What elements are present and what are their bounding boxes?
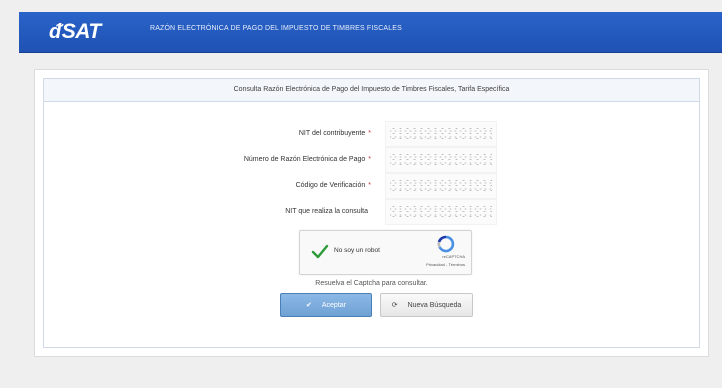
numero-razon-label: Número de Razón Electrónica de Pago * bbox=[243, 156, 371, 163]
numero-razon-field[interactable] bbox=[385, 147, 497, 173]
recaptcha-widget[interactable]: No soy un robot reCAPTCHA Privacidad - T… bbox=[299, 230, 472, 275]
captcha-hint: Resuelva el Captcha para consultar. bbox=[315, 280, 428, 287]
refresh-icon: ⟳ bbox=[391, 302, 398, 309]
new-search-label: Nueva Búsqueda bbox=[407, 301, 462, 309]
codigo-verificacion-label: Código de Verificación * bbox=[295, 182, 371, 189]
consulta-panel: Consulta Razón Electrónica de Pago del I… bbox=[43, 78, 700, 348]
nit-consulta-label: NIT que realiza la consulta bbox=[285, 208, 368, 215]
codigo-verificacion-row: Código de Verificación * bbox=[44, 173, 699, 199]
captcha-label: No soy un robot bbox=[334, 247, 380, 254]
field-noise bbox=[390, 126, 492, 142]
sat-logo-icon: ᵭ bbox=[49, 21, 61, 43]
accept-button[interactable]: ✔ Aceptar bbox=[280, 293, 372, 317]
top-header: ᵭSAT RAZÓN ELECTRÓNICA DE PAGO DEL IMPUE… bbox=[19, 12, 722, 53]
accept-label: Aceptar bbox=[321, 301, 346, 309]
sat-logo[interactable]: ᵭSAT bbox=[49, 18, 101, 46]
recaptcha-icon bbox=[437, 235, 455, 253]
numero-razon-row: Número de Razón Electrónica de Pago * bbox=[44, 147, 699, 173]
header-title: RAZÓN ELECTRÓNICA DE PAGO DEL IMPUESTO D… bbox=[150, 25, 402, 32]
captcha-links[interactable]: Privacidad - Términos bbox=[426, 262, 465, 267]
sat-logo-text: SAT bbox=[61, 20, 101, 43]
panel-heading: Consulta Razón Electrónica de Pago del I… bbox=[44, 79, 699, 102]
field-noise bbox=[390, 152, 492, 168]
codigo-verificacion-field[interactable] bbox=[385, 173, 497, 199]
nit-consulta-field[interactable] bbox=[385, 199, 497, 225]
nit-contribuyente-field[interactable] bbox=[385, 121, 497, 147]
field-noise bbox=[390, 204, 492, 220]
nit-contribuyente-label: NIT del contribuyente * bbox=[298, 130, 371, 137]
check-icon[interactable] bbox=[311, 243, 329, 261]
nit-consulta-row: NIT que realiza la consulta bbox=[44, 199, 699, 225]
check-icon: ✔ bbox=[306, 302, 312, 309]
main-card: Consulta Razón Electrónica de Pago del I… bbox=[34, 69, 709, 357]
new-search-button[interactable]: ⟳ Nueva Búsqueda bbox=[380, 293, 473, 317]
field-noise bbox=[390, 178, 492, 194]
nit-contribuyente-row: NIT del contribuyente * bbox=[44, 121, 699, 147]
captcha-brand: reCAPTCHA bbox=[442, 254, 465, 259]
